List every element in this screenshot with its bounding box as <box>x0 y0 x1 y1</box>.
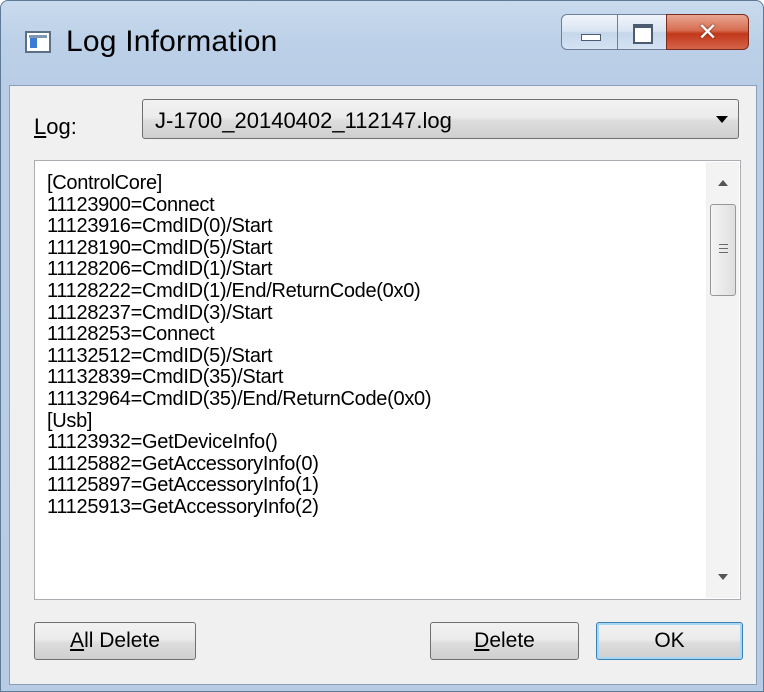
caption-buttons: ✕ <box>561 14 749 52</box>
log-line: 11132839=CmdID(35)/Start <box>47 366 284 389</box>
grip-icon <box>719 244 728 256</box>
log-file-selected-value: J-1700_20140402_112147.log <box>155 108 452 133</box>
log-line: 11128190=CmdID(5)/Start <box>47 236 273 259</box>
log-line: 11123916=CmdID(0)/Start <box>47 215 273 238</box>
log-line: 11132512=CmdID(5)/Start <box>47 344 273 367</box>
all-delete-button[interactable]: All Delete <box>34 622 196 660</box>
log-line: 11132964=CmdID(35)/End/ReturnCode(0x0) <box>47 387 432 410</box>
delete-label: elete <box>489 629 535 652</box>
log-label-accelerator: L <box>34 114 47 139</box>
log-line: 11128253=Connect <box>47 323 215 346</box>
chevron-down-icon[interactable] <box>716 116 728 123</box>
log-lines: [ControlCore] 11123900=Connect 11123916=… <box>47 173 697 593</box>
title-bar[interactable]: Log Information ✕ <box>1 1 763 85</box>
all-delete-label: ll Delete <box>84 629 160 652</box>
window-title: Log Information <box>66 25 278 58</box>
log-line: 11125913=GetAccessoryInfo(2) <box>47 495 319 518</box>
log-line: 11128206=CmdID(1)/Start <box>47 258 273 281</box>
dialog-client-area: Log: J-1700_20140402_112147.log [Control… <box>9 85 757 685</box>
log-label: Log: <box>34 114 77 140</box>
log-line: [Usb] <box>47 409 93 432</box>
ok-button[interactable]: OK <box>596 622 743 660</box>
maximize-icon <box>633 24 653 44</box>
log-line: 11128237=CmdID(3)/Start <box>47 301 273 324</box>
scroll-down-arrow-icon[interactable] <box>718 574 728 580</box>
delete-button[interactable]: Delete <box>430 622 579 660</box>
delete-accelerator: D <box>474 629 490 652</box>
scrollbar-thumb[interactable] <box>710 204 736 296</box>
vertical-scrollbar[interactable] <box>706 162 739 598</box>
minimize-button[interactable] <box>561 14 618 50</box>
log-line: [ControlCore] <box>47 173 163 194</box>
log-line: 11125897=GetAccessoryInfo(1) <box>47 474 319 497</box>
log-content-textbox[interactable]: [ControlCore] 11123900=Connect 11123916=… <box>34 160 741 600</box>
log-file-dropdown[interactable]: J-1700_20140402_112147.log <box>142 99 739 139</box>
maximize-button[interactable] <box>617 14 667 50</box>
log-line: 11125882=GetAccessoryInfo(0) <box>47 452 319 475</box>
log-label-text: og: <box>46 114 77 139</box>
log-information-window: Log Information ✕ Log: J-1700_20140402_1… <box>0 0 764 692</box>
log-line: 11123900=Connect <box>47 193 215 216</box>
log-line: 11128222=CmdID(1)/End/ReturnCode(0x0) <box>47 279 421 302</box>
scroll-up-arrow-icon[interactable] <box>718 180 728 186</box>
minimize-icon <box>581 34 601 41</box>
close-icon: ✕ <box>697 18 718 46</box>
all-delete-accelerator: A <box>70 629 85 652</box>
close-button[interactable]: ✕ <box>666 14 749 50</box>
application-window-icon <box>25 31 51 53</box>
log-line: 11123932=GetDeviceInfo() <box>47 431 278 454</box>
